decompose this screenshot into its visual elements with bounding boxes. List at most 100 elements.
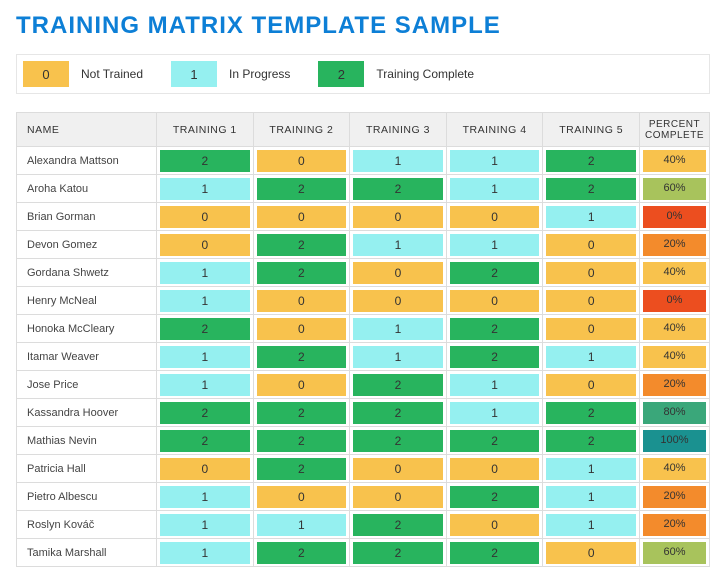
- table-row: Gordana Shwetz1202040%: [17, 259, 710, 287]
- training-value: 2: [257, 178, 347, 200]
- training-cell: 2: [253, 539, 350, 567]
- employee-name: Pietro Albescu: [27, 491, 97, 503]
- name-cell: Mathias Nevin: [17, 427, 157, 455]
- training-value: 2: [257, 262, 347, 284]
- training-value: 2: [450, 542, 540, 564]
- training-value: 1: [546, 486, 636, 508]
- training-cell: 1: [350, 231, 447, 259]
- training-value: 0: [160, 234, 250, 256]
- training-cell: 2: [543, 175, 640, 203]
- legend-label-0: Not Trained: [81, 67, 143, 81]
- percent-value: 60%: [643, 178, 706, 200]
- legend-item-2: 2 Training Complete: [318, 61, 474, 87]
- percent-value: 20%: [643, 486, 706, 508]
- name-cell: Brian Gorman: [17, 203, 157, 231]
- training-value: 2: [257, 234, 347, 256]
- training-value: 0: [546, 542, 636, 564]
- training-cell: 2: [446, 259, 543, 287]
- training-cell: 2: [543, 427, 640, 455]
- percent-cell: 0%: [640, 287, 710, 315]
- name-cell: Alexandra Mattson: [17, 147, 157, 175]
- header-training-4: TRAINING 4: [446, 113, 543, 147]
- legend-swatch-0: 0: [23, 61, 69, 87]
- training-cell: 1: [350, 147, 447, 175]
- training-cell: 0: [253, 315, 350, 343]
- training-value: 0: [160, 206, 250, 228]
- training-cell: 1: [157, 511, 254, 539]
- training-value: 1: [160, 374, 250, 396]
- percent-cell: 40%: [640, 147, 710, 175]
- name-cell: Roslyn Kováč: [17, 511, 157, 539]
- header-training-2: TRAINING 2: [253, 113, 350, 147]
- training-value: 0: [257, 486, 347, 508]
- page-title: TRAINING MATRIX TEMPLATE SAMPLE: [16, 12, 710, 40]
- training-cell: 1: [543, 511, 640, 539]
- name-cell: Honoka McCleary: [17, 315, 157, 343]
- training-value: 2: [546, 150, 636, 172]
- training-value: 2: [353, 402, 443, 424]
- training-value: 2: [353, 430, 443, 452]
- percent-cell: 100%: [640, 427, 710, 455]
- percent-cell: 40%: [640, 315, 710, 343]
- name-cell: Henry McNeal: [17, 287, 157, 315]
- training-cell: 0: [350, 259, 447, 287]
- training-value: 2: [546, 430, 636, 452]
- training-cell: 2: [253, 259, 350, 287]
- training-value: 0: [257, 374, 347, 396]
- header-training-5: TRAINING 5: [543, 113, 640, 147]
- training-cell: 0: [253, 371, 350, 399]
- training-value: 2: [257, 542, 347, 564]
- training-value: 2: [257, 402, 347, 424]
- training-cell: 2: [543, 399, 640, 427]
- header-name: NAME: [17, 113, 157, 147]
- training-value: 0: [257, 150, 347, 172]
- training-value: 2: [450, 318, 540, 340]
- training-value: 2: [160, 318, 250, 340]
- training-value: 0: [546, 290, 636, 312]
- table-row: Patricia Hall0200140%: [17, 455, 710, 483]
- training-cell: 0: [157, 455, 254, 483]
- training-cell: 0: [350, 455, 447, 483]
- training-cell: 2: [543, 147, 640, 175]
- training-value: 0: [450, 206, 540, 228]
- name-cell: Patricia Hall: [17, 455, 157, 483]
- employee-name: Gordana Shwetz: [27, 267, 109, 279]
- training-cell: 2: [446, 427, 543, 455]
- training-cell: 1: [446, 147, 543, 175]
- table-row: Jose Price1021020%: [17, 371, 710, 399]
- training-cell: 0: [543, 371, 640, 399]
- training-cell: 0: [253, 203, 350, 231]
- training-value: 0: [257, 206, 347, 228]
- training-value: 0: [353, 262, 443, 284]
- training-cell: 1: [446, 231, 543, 259]
- legend-item-1: 1 In Progress: [171, 61, 290, 87]
- name-cell: Itamar Weaver: [17, 343, 157, 371]
- header-training-1: TRAINING 1: [157, 113, 254, 147]
- training-value: 1: [450, 374, 540, 396]
- training-cell: 2: [350, 539, 447, 567]
- table-row: Devon Gomez0211020%: [17, 231, 710, 259]
- training-value: 0: [450, 514, 540, 536]
- training-value: 1: [160, 346, 250, 368]
- training-cell: 2: [157, 399, 254, 427]
- percent-cell: 80%: [640, 399, 710, 427]
- legend-swatch-1: 1: [171, 61, 217, 87]
- training-value: 2: [450, 430, 540, 452]
- training-cell: 1: [543, 483, 640, 511]
- training-value: 1: [353, 150, 443, 172]
- table-row: Kassandra Hoover2221280%: [17, 399, 710, 427]
- employee-name: Alexandra Mattson: [27, 155, 119, 167]
- training-cell: 0: [157, 231, 254, 259]
- training-value: 1: [450, 234, 540, 256]
- training-value: 1: [450, 178, 540, 200]
- legend-label-2: Training Complete: [376, 67, 474, 81]
- training-cell: 2: [253, 343, 350, 371]
- training-cell: 2: [157, 147, 254, 175]
- training-cell: 2: [350, 175, 447, 203]
- training-value: 1: [546, 514, 636, 536]
- training-value: 1: [546, 206, 636, 228]
- training-cell: 2: [446, 315, 543, 343]
- percent-cell: 60%: [640, 539, 710, 567]
- legend-bar: 0 Not Trained 1 In Progress 2 Training C…: [16, 54, 710, 94]
- percent-value: 20%: [643, 234, 706, 256]
